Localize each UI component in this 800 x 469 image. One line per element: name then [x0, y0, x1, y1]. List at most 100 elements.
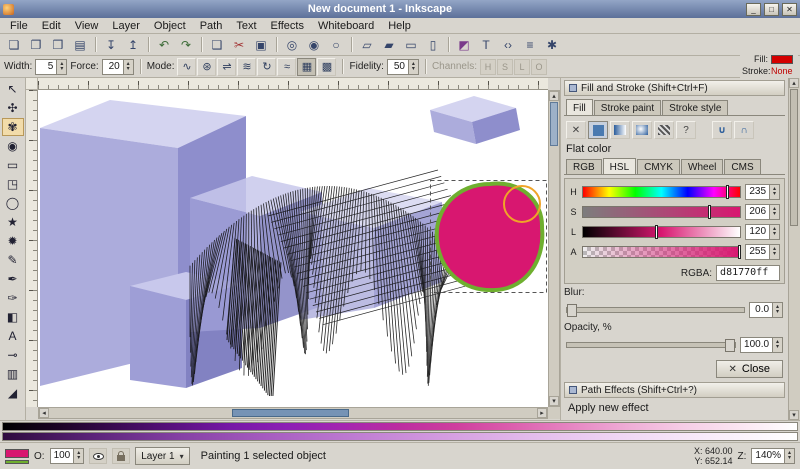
- clone-icon[interactable]: ▰: [379, 36, 399, 54]
- dock-scrollbar[interactable]: [788, 78, 800, 420]
- preferences-icon[interactable]: ✱: [542, 36, 562, 54]
- spin-arrows-icon[interactable]: [123, 60, 133, 74]
- menu-edit[interactable]: Edit: [35, 19, 68, 33]
- roughen-mode-button[interactable]: ≋: [237, 58, 256, 76]
- vertical-scrollbar-thumb[interactable]: [550, 102, 558, 146]
- fidelity-value[interactable]: 50: [388, 60, 408, 74]
- width-spinner[interactable]: 5: [35, 59, 67, 75]
- radial-gradient-button[interactable]: [632, 121, 652, 139]
- fill-stroke-panel-header[interactable]: Fill and Stroke (Shift+Ctrl+F): [564, 80, 785, 96]
- hue-spinner[interactable]: 235: [745, 184, 780, 200]
- opacity-spinner[interactable]: 100.0: [740, 337, 783, 353]
- redo-icon[interactable]: ↷: [176, 36, 196, 54]
- duplicate-icon[interactable]: ▱: [357, 36, 377, 54]
- scroll-down-icon[interactable]: [549, 396, 559, 406]
- import-icon[interactable]: ↧: [101, 36, 121, 54]
- connector-tool[interactable]: ⊸: [2, 346, 24, 364]
- channel-o-button[interactable]: O: [531, 59, 547, 75]
- palette-row-2[interactable]: [2, 432, 798, 441]
- selected-blob-shape[interactable]: [437, 183, 543, 290]
- maximize-button[interactable]: □: [764, 3, 779, 16]
- tab-stroke-style[interactable]: Stroke style: [662, 100, 728, 115]
- duplicate-mode-button[interactable]: ≈: [277, 58, 296, 76]
- saturation-slider[interactable]: [582, 206, 741, 218]
- rect-tool[interactable]: ▭: [2, 156, 24, 174]
- scroll-up-icon[interactable]: [549, 91, 559, 101]
- gradient-tool[interactable]: ▥: [2, 365, 24, 383]
- slider-marker[interactable]: [708, 205, 711, 219]
- horizontal-ruler[interactable]: [38, 78, 548, 90]
- dialog-close-button[interactable]: Close: [716, 360, 784, 378]
- text-dialog-icon[interactable]: T: [476, 36, 496, 54]
- hue-slider[interactable]: [582, 186, 741, 198]
- scroll-down-icon[interactable]: [789, 410, 799, 420]
- opacity-value[interactable]: 100.0: [741, 338, 772, 352]
- horizontal-scrollbar-thumb[interactable]: [232, 409, 349, 417]
- flat-color-button[interactable]: [588, 121, 608, 139]
- new-document-icon[interactable]: ❏: [4, 36, 24, 54]
- horizontal-scrollbar[interactable]: [38, 407, 548, 419]
- menu-whiteboard[interactable]: Whiteboard: [311, 19, 381, 33]
- zoom-spinner[interactable]: 140%: [751, 448, 795, 464]
- tab-cmyk[interactable]: CMYK: [637, 159, 680, 174]
- xml-editor-icon[interactable]: ‹›: [498, 36, 518, 54]
- force-spinner[interactable]: 20: [102, 59, 134, 75]
- rgba-input[interactable]: d81770ff: [716, 265, 780, 281]
- node-tool[interactable]: ✣: [2, 99, 24, 117]
- save-icon[interactable]: ❒: [48, 36, 68, 54]
- channel-h-button[interactable]: H: [480, 59, 496, 75]
- tweak-tool[interactable]: ✾: [2, 118, 24, 136]
- fill-color-swatch[interactable]: [771, 55, 793, 64]
- zoom-drawing-icon[interactable]: ◉: [304, 36, 324, 54]
- selected-fill-swatch[interactable]: [5, 449, 29, 458]
- open-icon[interactable]: ❐: [26, 36, 46, 54]
- menu-help[interactable]: Help: [381, 19, 418, 33]
- slider-marker[interactable]: [726, 185, 729, 199]
- paint-mode-button[interactable]: ▦: [297, 58, 316, 76]
- pen-tool[interactable]: ✒: [2, 270, 24, 288]
- shrink-grow-mode-button[interactable]: ⊛: [197, 58, 216, 76]
- tab-wheel[interactable]: Wheel: [681, 159, 723, 174]
- unknown-paint-button[interactable]: ?: [676, 121, 696, 139]
- paste-icon[interactable]: ▣: [251, 36, 271, 54]
- object-opacity-value[interactable]: 100: [51, 449, 74, 463]
- opacity-slider-thumb[interactable]: [725, 339, 735, 352]
- scroll-up-icon[interactable]: [789, 78, 799, 88]
- linear-gradient-button[interactable]: [610, 121, 630, 139]
- palette-row-1[interactable]: [2, 422, 798, 431]
- menu-view[interactable]: View: [68, 19, 106, 33]
- menu-layer[interactable]: Layer: [105, 19, 147, 33]
- box3d-tool[interactable]: ◳: [2, 175, 24, 193]
- zoom-tool[interactable]: ◉: [2, 137, 24, 155]
- spin-arrows-icon[interactable]: [772, 338, 782, 352]
- spin-arrows-icon[interactable]: [784, 449, 794, 463]
- print-icon[interactable]: ▤: [70, 36, 90, 54]
- zoom-page-icon[interactable]: ○: [326, 36, 346, 54]
- spin-arrows-icon[interactable]: [772, 303, 782, 317]
- text-tool[interactable]: A: [2, 327, 24, 345]
- select-tool[interactable]: ↖: [2, 80, 24, 98]
- star-tool[interactable]: ★: [2, 213, 24, 231]
- blur-spinner[interactable]: 0.0: [749, 302, 783, 318]
- fill-rule-evenodd-button[interactable]: ∪: [712, 121, 732, 139]
- fill-stroke-dialog-icon[interactable]: ◩: [454, 36, 474, 54]
- tab-hsl[interactable]: HSL: [603, 158, 636, 174]
- tab-stroke-paint[interactable]: Stroke paint: [594, 100, 661, 115]
- pattern-button[interactable]: [654, 121, 674, 139]
- export-icon[interactable]: ↥: [123, 36, 143, 54]
- menu-file[interactable]: File: [3, 19, 35, 33]
- tab-cms[interactable]: CMS: [724, 159, 760, 174]
- alpha-spinner[interactable]: 255: [745, 244, 780, 260]
- layer-selector[interactable]: Layer 1: [135, 447, 189, 465]
- spin-arrows-icon[interactable]: [408, 60, 418, 74]
- spin-arrows-icon[interactable]: [56, 60, 66, 74]
- title-bar[interactable]: New document 1 - Inkscape _ □ ✕: [0, 0, 800, 18]
- rotate-mode-button[interactable]: ↻: [257, 58, 276, 76]
- current-style-indicator[interactable]: Fill: Stroke: None: [740, 52, 798, 78]
- push-mode-button[interactable]: ∿: [177, 58, 196, 76]
- path-effects-panel-header[interactable]: Path Effects (Shift+Ctrl+?): [564, 382, 785, 398]
- selected-stroke-swatch[interactable]: [5, 460, 29, 464]
- menu-effects[interactable]: Effects: [264, 19, 311, 33]
- zoom-value[interactable]: 140%: [752, 449, 784, 463]
- channel-l-button[interactable]: L: [514, 59, 530, 75]
